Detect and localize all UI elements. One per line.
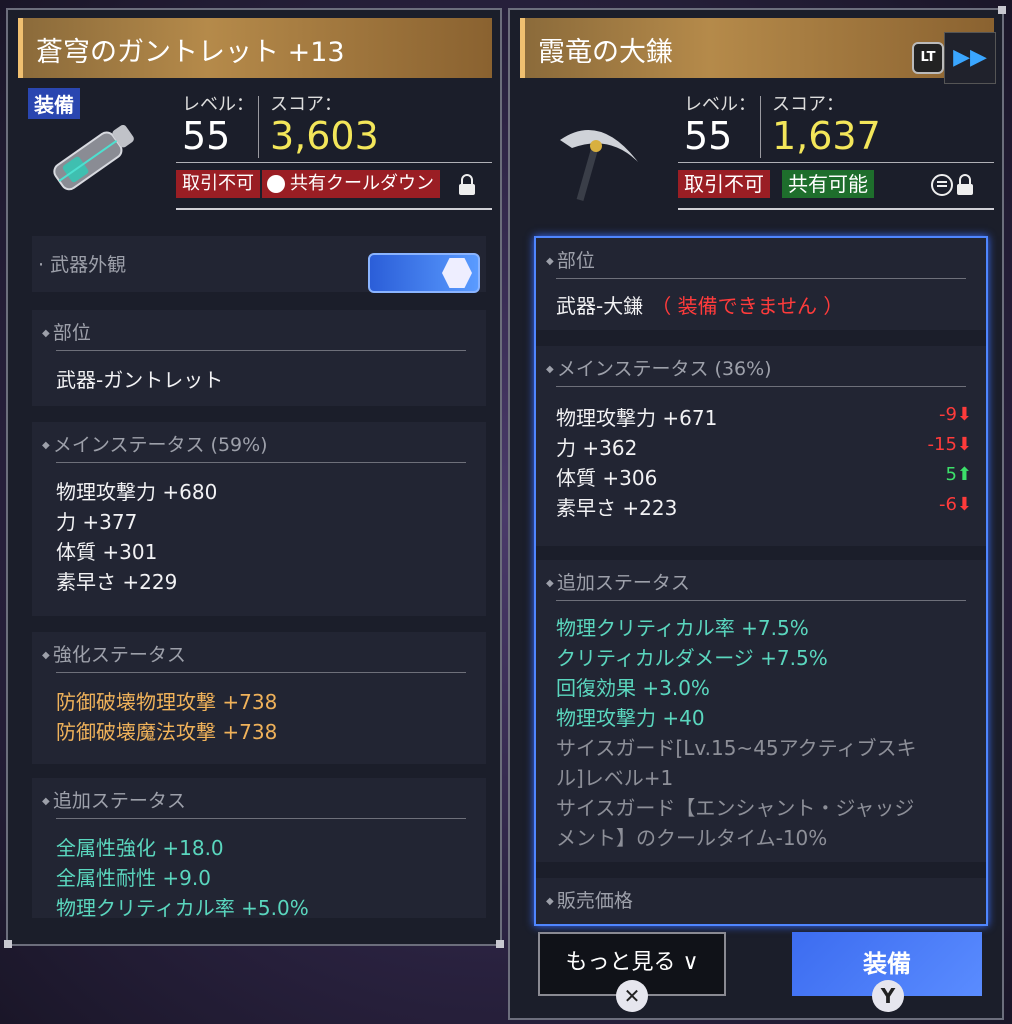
stat-diff: -9⬇ xyxy=(938,404,972,425)
shared-cooldown-tag: 共有クールダウン xyxy=(262,170,440,198)
left-title-bar: 蒼穹のガントレット +13 xyxy=(18,18,492,78)
level-value: 55 xyxy=(684,114,733,158)
stat-row: 体質 +301 xyxy=(56,540,158,564)
lock-icon[interactable] xyxy=(456,174,478,196)
stat-row: 力 +377 xyxy=(56,510,138,534)
x-button-icon: ✕ xyxy=(616,980,648,1012)
sell-price-section: 販売価格 xyxy=(536,878,986,924)
stat-diff: -15⬇ xyxy=(927,434,973,455)
equipped-badge: 装備 xyxy=(28,88,80,119)
score-label: スコア： xyxy=(772,94,844,115)
stat-row: 物理攻撃力 +671 xyxy=(556,406,718,430)
skill-stat-row: サイスガード[Lv.15~45アクティブスキ xyxy=(556,736,917,760)
score-label: スコア： xyxy=(270,94,342,115)
stat-diff: 5⬆ xyxy=(945,464,972,485)
level-label: レベル： xyxy=(182,94,254,115)
score-value: 3,603 xyxy=(270,114,379,158)
stat-row: 体質 +306 xyxy=(556,466,658,490)
additional-stat-row: 全属性強化 +18.0 xyxy=(56,836,224,860)
additional-stats-section: 追加ステータス 全属性強化 +18.0 全属性耐性 +9.0 物理クリティカル率… xyxy=(32,778,486,918)
additional-stat-row: 物理攻撃力 +40 xyxy=(556,706,705,730)
additional-stat-row: 全属性耐性 +9.0 xyxy=(56,866,211,890)
part-value: 武器-ガントレット xyxy=(56,368,224,392)
shareable-tag: 共有可能 xyxy=(782,170,874,198)
enhance-stats-section: 強化ステータス 防御破壊物理攻撃 +738 防御破壊魔法攻撃 +738 xyxy=(32,632,486,764)
stat-row: 物理攻撃力 +680 xyxy=(56,480,218,504)
untradeable-tag: 取引不可 xyxy=(176,170,260,198)
arrow-down-icon: ⬇ xyxy=(956,404,972,425)
additional-stats-header: 追加ステータス xyxy=(546,568,690,595)
skill-stat-row: メント】のクールタイム-10% xyxy=(556,826,828,850)
part-value: 武器-大鎌（ 装備できません ） xyxy=(556,294,844,318)
fast-forward-icon[interactable]: ▶▶ xyxy=(944,32,996,84)
additional-stat-row: 物理クリティカル率 +5.0% xyxy=(56,896,309,918)
arrow-up-icon: ⬆ xyxy=(956,464,972,485)
scythe-icon xyxy=(520,82,668,210)
additional-stat-row: 物理クリティカル率 +7.5% xyxy=(556,616,809,640)
arrow-down-icon: ⬇ xyxy=(956,494,972,515)
additional-stats-section: 追加ステータス 物理クリティカル率 +7.5% クリティカルダメージ +7.5%… xyxy=(536,560,986,862)
toggle-knob xyxy=(442,258,472,288)
selected-details-frame[interactable]: 部位 武器-大鎌（ 装備できません ） メインステータス (36%) 物理攻撃力… xyxy=(534,236,988,926)
main-stats-header: メインステータス (59%) xyxy=(42,430,268,457)
right-title-bar: 霞竜の大鎌 LT ▶▶ xyxy=(520,18,996,84)
additional-stat-row: 回復効果 +3.0% xyxy=(556,676,710,700)
main-stats-section: メインステータス (59%) 物理攻撃力 +680 力 +377 体質 +301… xyxy=(32,422,486,616)
score-value: 1,637 xyxy=(772,114,881,158)
appearance-label: · 武器外観 xyxy=(38,254,127,276)
enhance-stat-row: 防御破壊物理攻撃 +738 xyxy=(56,690,278,714)
enhance-stat-row: 防御破壊魔法攻撃 +738 xyxy=(56,720,278,744)
part-header: 部位 xyxy=(42,318,91,345)
stat-row: 力 +362 xyxy=(556,436,638,460)
lt-button-icon[interactable]: LT xyxy=(912,42,944,74)
stat-diff: -6⬇ xyxy=(938,494,972,515)
appearance-toggle[interactable] xyxy=(368,253,480,293)
left-item-title: 蒼穹のガントレット +13 xyxy=(36,37,345,68)
level-value: 55 xyxy=(182,114,231,158)
stat-row: 素早さ +229 xyxy=(56,570,178,594)
additional-stats-header: 追加ステータス xyxy=(42,786,186,813)
part-header: 部位 xyxy=(546,246,595,273)
menu-lock-icon[interactable] xyxy=(930,174,980,196)
stat-row: 素早さ +223 xyxy=(556,496,678,520)
part-section: 部位 武器-大鎌（ 装備できません ） xyxy=(536,238,986,330)
right-item-panel: 霞竜の大鎌 LT ▶▶ レベル： 55 スコア： 1,637 取引不可 共有可能… xyxy=(508,6,1006,1020)
enhance-stats-header: 強化ステータス xyxy=(42,640,186,667)
clock-icon xyxy=(267,175,285,193)
sell-price-header: 販売価格 xyxy=(546,886,633,913)
main-stats-header: メインステータス (36%) xyxy=(546,354,772,381)
left-level-score: レベル： 55 スコア： 3,603 取引不可 共有クールダウン xyxy=(176,88,492,210)
right-level-score: レベル： 55 スコア： 1,637 取引不可 共有可能 xyxy=(678,88,994,210)
untradeable-tag: 取引不可 xyxy=(678,170,770,198)
y-button-icon: Y xyxy=(872,980,904,1012)
part-section: 部位 武器-ガントレット xyxy=(32,310,486,406)
right-item-title: 霞竜の大鎌 xyxy=(538,37,673,68)
skill-stat-row: サイスガード【エンシャント・ジャッジ xyxy=(556,796,915,820)
level-label: レベル： xyxy=(684,94,756,115)
chevron-down-icon: ∨ xyxy=(682,950,699,975)
cannot-equip-warning: （ 装備できません ） xyxy=(651,294,844,318)
additional-stat-row: クリティカルダメージ +7.5% xyxy=(556,646,828,670)
arrow-down-icon: ⬇ xyxy=(956,434,972,455)
main-stats-section: メインステータス (36%) 物理攻撃力 +671 -9⬇ 力 +362 -15… xyxy=(536,346,986,546)
left-item-panel: 蒼穹のガントレット +13 装備 レベル： 55 スコア： 3,603 取引不可… xyxy=(4,8,504,948)
skill-stat-row: ル]レベル+1 xyxy=(556,766,674,790)
